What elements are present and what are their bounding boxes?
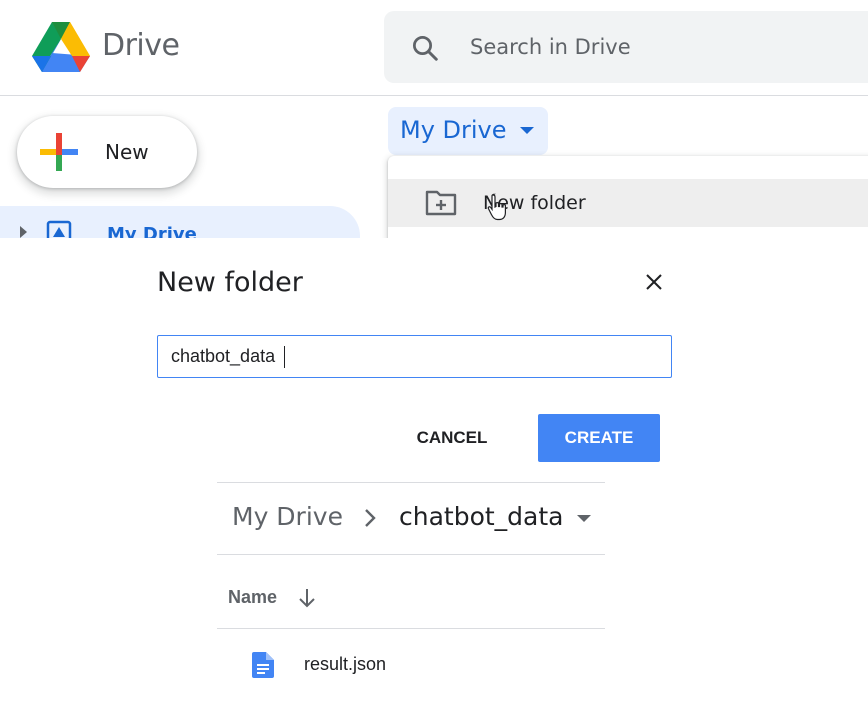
divider — [217, 482, 605, 483]
context-menu: New folder — [388, 156, 868, 238]
chevron-down-icon — [520, 127, 534, 134]
hand-cursor-icon — [487, 193, 506, 221]
folder-name-input[interactable] — [157, 335, 672, 378]
divider — [217, 628, 605, 629]
sidebar-item-label: My Drive — [107, 224, 197, 238]
brand-name: Drive — [102, 28, 180, 63]
cancel-button[interactable]: CANCEL — [398, 414, 506, 462]
file-name: result.json — [304, 654, 387, 674]
expand-arrow-icon[interactable] — [20, 226, 27, 238]
new-folder-icon — [425, 190, 457, 216]
top-header: Drive Search in Drive — [0, 0, 868, 96]
arrow-down-icon[interactable] — [295, 586, 319, 610]
breadcrumb-current-folder[interactable]: chatbot_data — [399, 502, 564, 531]
new-button[interactable]: New — [17, 116, 197, 188]
sidebar-item-my-drive[interactable]: My Drive — [0, 206, 360, 238]
dialog-title: New folder — [157, 267, 303, 298]
drive-screen: Drive Search in Drive New My Drive My Dr… — [0, 0, 868, 238]
document-icon — [252, 652, 274, 678]
plus-icon — [40, 133, 78, 171]
column-header-name[interactable]: Name — [228, 587, 277, 608]
menu-item-new-folder[interactable]: New folder — [388, 179, 868, 227]
text-cursor — [284, 346, 285, 368]
chevron-down-icon[interactable] — [577, 515, 591, 522]
location-dropdown-button[interactable]: My Drive — [388, 107, 548, 155]
search-icon[interactable] — [410, 33, 440, 63]
new-button-label: New — [105, 140, 149, 164]
breadcrumb-my-drive[interactable]: My Drive — [232, 502, 343, 531]
search-input[interactable]: Search in Drive — [470, 35, 631, 59]
location-label: My Drive — [400, 116, 507, 144]
create-button[interactable]: CREATE — [538, 414, 660, 462]
close-icon[interactable] — [642, 270, 666, 294]
search-bar[interactable]: Search in Drive — [384, 11, 868, 83]
my-drive-icon — [46, 220, 72, 238]
drive-logo-icon[interactable] — [32, 22, 90, 72]
divider — [217, 554, 605, 555]
chevron-right-icon — [365, 509, 376, 527]
